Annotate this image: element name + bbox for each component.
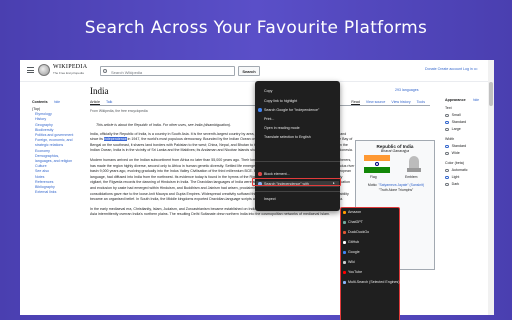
wiki-logo-title[interactable]: WIKIPEDIA	[53, 64, 87, 70]
infobox-motto: Motto: "Satyameva Jayate" (Sanskrit) "Tr…	[360, 183, 432, 192]
user-links[interactable]: Donate Create account Log in •••	[425, 67, 478, 71]
engine-multi-search[interactable]: Multi-Search (Selected Engines)	[348, 280, 400, 284]
sidebar-item-external-links[interactable]: External links	[32, 190, 77, 195]
tab-tools[interactable]: Tools	[417, 100, 425, 104]
emblem-image[interactable]	[402, 154, 426, 176]
flag-caption[interactable]: Flag	[370, 175, 377, 179]
radio-icon[interactable]	[445, 168, 449, 173]
text-option-standard-label: Standard	[451, 120, 467, 124]
radio-selected-icon[interactable]	[445, 175, 449, 180]
india-flag-image[interactable]	[364, 155, 390, 173]
appearance-heading: Appearance	[445, 98, 466, 102]
text-option-small[interactable]: Small	[445, 112, 491, 119]
highlighted-menu-item-outline	[252, 178, 341, 186]
color-option-dark-label: Dark	[451, 182, 460, 186]
color-option-light[interactable]: Light	[445, 174, 491, 181]
search-button[interactable]: Search	[238, 66, 260, 76]
youtube-icon	[343, 271, 346, 274]
menu-item-search-google[interactable]: Search Google for "independence"	[264, 108, 319, 112]
menu-item-inspect[interactable]: Inspect	[264, 197, 276, 201]
width-option-wide[interactable]: Wide	[445, 150, 491, 157]
width-label: Width	[445, 137, 455, 141]
width-option-standard[interactable]: Standard	[445, 143, 491, 150]
text-size-label: Text	[445, 106, 452, 110]
motto-label: Motto:	[367, 183, 378, 187]
menu-item-block-element[interactable]: Block element...	[264, 172, 290, 176]
width-option-wide-label: Wide	[451, 151, 460, 155]
menu-item-copy-link-highlight[interactable]: Copy link to highlight	[264, 99, 297, 103]
tab-view-history[interactable]: View history	[391, 100, 410, 104]
text-option-small-label: Small	[451, 113, 461, 117]
radio-icon[interactable]	[445, 182, 449, 187]
tab-read[interactable]: Read	[351, 100, 360, 105]
language-selector[interactable]: 293 languages	[395, 88, 419, 92]
engine-chatgpt[interactable]: ChatGPT	[348, 220, 363, 224]
from-wikipedia-line: From Wikipedia, the free encyclopedia	[90, 109, 148, 113]
view-tabs: Read View source View history Tools	[351, 100, 430, 105]
amazon-icon	[343, 211, 346, 214]
menu-separator	[255, 191, 340, 192]
ad-block-icon	[258, 172, 262, 176]
tab-view-source[interactable]: View source	[366, 100, 386, 104]
selected-text-highlight[interactable]: independence	[103, 137, 127, 142]
engine-amazon[interactable]: Amazon	[348, 210, 361, 214]
color-label: Color (beta)	[445, 161, 464, 165]
radio-icon[interactable]	[445, 151, 449, 156]
appearance-panel: Appearance hide Text Small Standard Larg…	[445, 98, 491, 188]
text-option-large[interactable]: Large	[445, 126, 491, 133]
scrollbar-thumb[interactable]	[489, 82, 493, 106]
context-menu: Copy Copy link to highlight Search Googl…	[255, 81, 340, 211]
tab-article[interactable]: Article	[90, 100, 100, 105]
engine-wiki[interactable]: Wiki	[348, 260, 355, 264]
search-engines-submenu: Amazon ChatGPT DuckDuckGo GitHub Google …	[340, 207, 400, 320]
menu-item-translate[interactable]: Translate selection to English	[264, 135, 311, 139]
motto-translation: "Truth Alone Triumphs"	[378, 187, 414, 192]
menu-item-copy[interactable]: Copy	[264, 89, 272, 93]
engine-google[interactable]: Google	[348, 250, 360, 254]
hamburger-menu-icon[interactable]	[27, 67, 34, 73]
engine-github[interactable]: GitHub	[348, 240, 359, 244]
wiki-icon	[343, 261, 346, 264]
contents-sidebar: Contents hide (Top) Etymology History Ge…	[32, 100, 77, 195]
sidebar-hide-link[interactable]: hide	[54, 100, 60, 104]
sidebar-item-foreign-relations[interactable]: Foreign, economic, and strategic relatio…	[32, 138, 77, 148]
menu-item-print[interactable]: Print...	[264, 117, 274, 121]
text-option-large-label: Large	[451, 127, 461, 131]
page-title: India	[90, 86, 109, 96]
radio-icon[interactable]	[445, 113, 449, 118]
color-option-automatic[interactable]: Automatic	[445, 167, 491, 174]
radio-selected-icon[interactable]	[445, 144, 449, 149]
wiki-header: WIKIPEDIA The Free Encyclopedia Search W…	[20, 60, 494, 82]
color-option-dark[interactable]: Dark	[445, 181, 491, 188]
github-icon	[343, 241, 346, 244]
radio-icon[interactable]	[445, 127, 449, 132]
appearance-hide-link[interactable]: hide	[473, 98, 479, 102]
tab-talk[interactable]: Talk	[106, 100, 112, 104]
page-scrollbar[interactable]	[488, 60, 494, 315]
engine-youtube[interactable]: YouTube	[348, 270, 362, 274]
emblem-caption[interactable]: Emblem	[405, 175, 417, 179]
multi-search-icon	[343, 281, 346, 284]
menu-item-reading-mode[interactable]: Open in reading mode	[264, 126, 300, 130]
google-icon	[343, 251, 346, 254]
color-option-automatic-label: Automatic	[451, 168, 468, 172]
chatgpt-icon	[343, 221, 346, 224]
promo-banner-title: Search Across Your Favourite Platforms	[84, 18, 428, 38]
text-option-standard[interactable]: Standard	[445, 119, 491, 126]
google-icon	[258, 108, 262, 112]
sidebar-item-demographics[interactable]: Demographics, languages, and religion	[32, 154, 77, 164]
radio-selected-icon[interactable]	[445, 120, 449, 125]
motto-text[interactable]: "Satyameva Jayate" (Sanskrit)	[378, 183, 424, 187]
engine-duckduckgo[interactable]: DuckDuckGo	[348, 230, 369, 234]
wikipedia-globe-icon[interactable]	[38, 64, 50, 76]
search-input[interactable]: Search Wikipedia	[100, 66, 235, 76]
wiki-logo-subtitle: The Free Encyclopedia	[53, 71, 84, 75]
width-option-standard-label: Standard	[451, 144, 467, 148]
search-icon	[103, 68, 107, 73]
menu-separator	[255, 161, 340, 162]
color-option-light-label: Light	[451, 175, 460, 179]
duckduckgo-icon	[343, 231, 346, 234]
infobox-subtitle: Bharat Ganarajya	[380, 149, 410, 153]
